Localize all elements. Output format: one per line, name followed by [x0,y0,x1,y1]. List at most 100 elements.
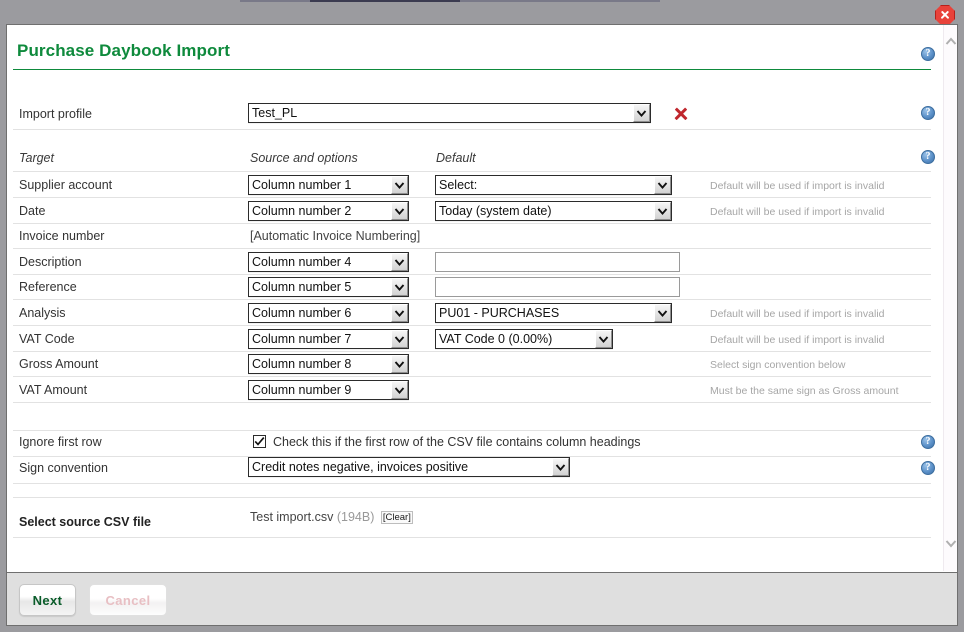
source-value: Column number 6 [252,306,352,320]
clear-file-link[interactable]: [Clear] [380,511,413,524]
target-label: Date [19,204,46,218]
source-value: Column number 8 [252,357,352,371]
source-select[interactable]: Column number 4 [248,252,409,272]
row-separator [13,537,931,538]
target-label: Invoice number [19,229,105,243]
application-window: Purchase Daybook Import ? Import profile… [0,0,964,632]
chevron-down-icon [391,278,408,296]
close-icon[interactable] [935,5,955,25]
column-header-default: Default [436,151,476,165]
window-titlebar [0,2,964,25]
ignore-first-row-label: Ignore first row [19,435,102,449]
window-edge-bottom [0,626,964,632]
row-separator [13,129,931,130]
csv-file-name: Test import.csv [250,510,334,524]
source-value: Column number 2 [252,204,352,218]
source-value: Column number 4 [252,255,352,269]
target-label: Supplier account [19,178,113,192]
import-profile-select[interactable]: Test_PL [248,103,651,123]
row-hint: Default will be used if import is invali… [710,308,885,320]
row-separator [13,197,931,198]
row-separator [13,299,931,300]
row-hint: Default will be used if import is invali… [710,206,885,218]
source-select[interactable]: Column number 2 [248,201,409,221]
help-icon-page[interactable]: ? [921,47,935,61]
source-select[interactable]: Column number 8 [248,354,409,374]
row-separator [13,248,931,249]
default-value: Select: [439,178,478,192]
chevron-down-icon [391,202,408,220]
default-select[interactable]: Today (system date) [435,201,672,221]
import-profile-value: Test_PL [252,106,298,120]
chevron-down-icon[interactable] [944,535,957,551]
row-hint: Select sign convention below [710,359,846,371]
chevron-down-icon [391,176,408,194]
source-select[interactable]: Column number 9 [248,380,409,400]
source-select[interactable]: Column number 7 [248,329,409,349]
chevron-down-icon [633,104,650,122]
default-input[interactable] [435,277,680,297]
sign-convention-select[interactable]: Credit notes negative, invoices positive [248,457,570,477]
help-icon-mapping[interactable]: ? [921,150,935,164]
default-value: VAT Code 0 (0.00%) [439,332,553,346]
chevron-up-icon[interactable] [944,33,957,49]
form-content: Purchase Daybook Import ? Import profile… [7,25,945,571]
chevron-down-icon [391,304,408,322]
ignore-first-row-description: Check this if the first row of the CSV f… [273,435,641,449]
target-label: Analysis [19,306,66,320]
default-select[interactable]: PU01 - PURCHASES [435,303,672,323]
row-hint: Default will be used if import is invali… [710,334,885,346]
row-hint: Default will be used if import is invali… [710,180,885,192]
help-icon-sign-convention[interactable]: ? [921,461,935,475]
chevron-down-icon [654,176,671,194]
window-edge-right [958,24,964,626]
title-divider [13,69,931,70]
page-title: Purchase Daybook Import [17,41,230,60]
source-value: Column number 1 [252,178,352,192]
delete-profile-icon[interactable] [673,106,689,122]
ignore-first-row-checkbox[interactable] [253,435,266,448]
target-label: Reference [19,280,77,294]
sign-convention-label: Sign convention [19,461,108,475]
chevron-down-icon [552,458,569,476]
chevron-down-icon [391,330,408,348]
row-separator [13,430,931,431]
vertical-scrollbar[interactable] [943,25,957,571]
default-input[interactable] [435,252,680,272]
chevron-down-icon [391,381,408,399]
row-separator [13,274,931,275]
csv-file-size: (194B) [336,510,375,524]
chevron-down-icon [595,330,612,348]
default-select[interactable]: VAT Code 0 (0.00%) [435,329,613,349]
chevron-down-icon [391,253,408,271]
source-select[interactable]: Column number 6 [248,303,409,323]
row-separator [13,376,931,377]
default-value: PU01 - PURCHASES [439,306,560,320]
row-separator [13,497,931,498]
row-separator [13,351,931,352]
chevron-down-icon [391,355,408,373]
help-icon-profile[interactable]: ? [921,106,935,120]
target-label: Description [19,255,82,269]
sign-convention-value: Credit notes negative, invoices positive [252,460,469,474]
row-separator [13,171,931,172]
default-value: Today (system date) [439,204,552,218]
column-header-source: Source and options [250,151,358,165]
row-hint: Must be the same sign as Gross amount [710,385,899,397]
column-header-target: Target [19,151,54,165]
target-label: Gross Amount [19,357,99,371]
next-button[interactable]: Next [19,584,76,616]
footer-bar: Next Cancel [6,572,958,626]
target-label: VAT Amount [19,383,88,397]
main-panel: Purchase Daybook Import ? Import profile… [6,24,958,572]
source-select[interactable]: Column number 1 [248,175,409,195]
source-value: Column number 9 [252,383,352,397]
help-icon-ignore-first-row[interactable]: ? [921,435,935,449]
source-value: Column number 7 [252,332,352,346]
source-select[interactable]: Column number 5 [248,277,409,297]
default-select[interactable]: Select: [435,175,672,195]
cancel-button[interactable]: Cancel [89,584,167,616]
csv-file-info: Test import.csv (194B) [Clear] [250,510,413,524]
source-static-text: [Automatic Invoice Numbering] [250,229,421,243]
row-separator [13,402,931,403]
